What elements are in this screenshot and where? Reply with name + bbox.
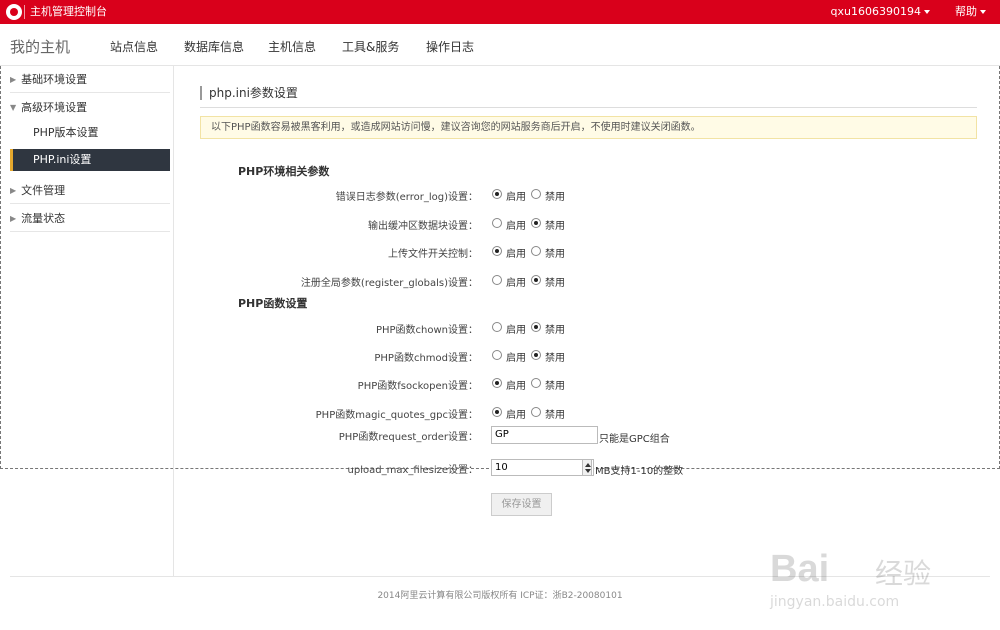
watermark-logo: Bai 经验 jingyan.baidu.com bbox=[770, 530, 990, 620]
logo-icon bbox=[6, 4, 22, 20]
triangle-right-icon: ▶ bbox=[10, 214, 17, 223]
app-title: 主机管理控制台 bbox=[30, 5, 107, 18]
divider bbox=[200, 107, 977, 108]
request-order-label: PHP函数request_order设置： bbox=[338, 432, 478, 443]
nav-item-host-info[interactable]: 主机信息 bbox=[268, 38, 316, 55]
setting-label: PHP函数chown设置： bbox=[375, 325, 478, 336]
watermark-cn: 经验 bbox=[875, 557, 932, 590]
radio-enable-label[interactable]: 启用 bbox=[506, 321, 526, 336]
sidebar-item-php-version[interactable]: PHP版本设置 bbox=[10, 122, 170, 144]
radio-disable-label[interactable]: 禁用 bbox=[545, 274, 565, 289]
radio-enable-label[interactable]: 启用 bbox=[506, 245, 526, 260]
radio-disable-label[interactable]: 禁用 bbox=[545, 188, 565, 203]
nav-item-tools-services[interactable]: 工具&服务 bbox=[342, 38, 399, 55]
radio-enable[interactable] bbox=[492, 189, 502, 199]
help-label: 帮助 bbox=[955, 5, 977, 18]
upload-max-hint: MB支持1-10的整数 bbox=[595, 466, 684, 477]
radio-disable-label[interactable]: 禁用 bbox=[545, 217, 565, 232]
setting-label: 错误日志参数(error_log)设置： bbox=[335, 192, 478, 203]
radio-disable-label[interactable]: 禁用 bbox=[545, 349, 565, 364]
radio-disable-label[interactable]: 禁用 bbox=[545, 321, 565, 336]
sidebar-item-label: 文件管理 bbox=[21, 184, 66, 197]
watermark-url: jingyan.baidu.com bbox=[770, 594, 900, 610]
radio-enable-label[interactable]: 启用 bbox=[506, 188, 526, 203]
sidebar: ▶ 基础环境设置 ▼ 高级环境设置 PHP版本设置 PHP.ini设置 ▶ 文件管理 … bbox=[0, 66, 174, 576]
divider bbox=[24, 5, 25, 19]
setting-label: PHP函数chmod设置： bbox=[374, 353, 478, 364]
upload-max-input[interactable]: 10 bbox=[491, 459, 594, 476]
radio-enable-label[interactable]: 启用 bbox=[506, 274, 526, 289]
help-menu[interactable]: 帮助 bbox=[955, 5, 986, 19]
watermark-brand: Bai bbox=[770, 548, 830, 590]
upload-max-label: upload_max_filesize设置： bbox=[347, 465, 478, 476]
sidebar-item-label: 流量状态 bbox=[21, 212, 66, 225]
setting-label: PHP函数fsockopen设置： bbox=[357, 381, 478, 392]
radio-enable[interactable] bbox=[492, 407, 502, 417]
request-order-hint: 只能是GPC组合 bbox=[599, 434, 670, 445]
radio-disable[interactable] bbox=[531, 246, 541, 256]
sidebar-item-php-ini[interactable]: PHP.ini设置 bbox=[10, 149, 170, 171]
radio-disable[interactable] bbox=[531, 218, 541, 228]
chevron-down-icon bbox=[924, 10, 930, 14]
radio-disable-label[interactable]: 禁用 bbox=[545, 406, 565, 421]
sidebar-item-traffic-status[interactable]: ▶ 流量状态 bbox=[10, 206, 170, 232]
sidebar-item-file-management[interactable]: ▶ 文件管理 bbox=[10, 178, 170, 204]
save-button[interactable]: 保存设置 bbox=[491, 493, 552, 516]
sidebar-item-advanced-env[interactable]: ▼ 高级环境设置 bbox=[10, 95, 170, 121]
group-title-env: PHP环境相关参数 bbox=[238, 165, 330, 178]
radio-enable-label[interactable]: 启用 bbox=[506, 377, 526, 392]
radio-disable[interactable] bbox=[531, 407, 541, 417]
triangle-down-icon: ▼ bbox=[10, 103, 17, 112]
radio-enable[interactable] bbox=[492, 350, 502, 360]
radio-disable-label[interactable]: 禁用 bbox=[545, 245, 565, 260]
nav-item-database-info[interactable]: 数据库信息 bbox=[184, 38, 244, 55]
sidebar-item-label: 基础环境设置 bbox=[21, 73, 88, 86]
radio-disable[interactable] bbox=[531, 378, 541, 388]
radio-disable[interactable] bbox=[531, 350, 541, 360]
main-nav: 我的主机 站点信息 数据库信息 主机信息 工具&服务 操作日志 bbox=[0, 24, 1000, 66]
radio-disable-label[interactable]: 禁用 bbox=[545, 377, 565, 392]
sidebar-item-label: 高级环境设置 bbox=[21, 101, 88, 114]
radio-enable-label[interactable]: 启用 bbox=[506, 406, 526, 421]
radio-disable[interactable] bbox=[531, 189, 541, 199]
setting-label: 上传文件开关控制： bbox=[388, 249, 478, 260]
stepper-icon[interactable] bbox=[582, 459, 592, 476]
triangle-right-icon: ▶ bbox=[10, 75, 17, 84]
radio-enable[interactable] bbox=[492, 322, 502, 332]
nav-item-operation-log[interactable]: 操作日志 bbox=[426, 38, 474, 55]
setting-label: 注册全局参数(register_globals)设置： bbox=[300, 278, 478, 289]
top-bar: 主机管理控制台 qxu1606390194 帮助 bbox=[0, 0, 1000, 24]
request-order-input[interactable]: GP bbox=[491, 426, 598, 444]
sidebar-item-basic-env[interactable]: ▶ 基础环境设置 bbox=[10, 67, 170, 93]
user-menu[interactable]: qxu1606390194 bbox=[831, 5, 930, 19]
user-name: qxu1606390194 bbox=[830, 5, 921, 18]
chevron-down-icon bbox=[980, 10, 986, 14]
triangle-right-icon: ▶ bbox=[10, 186, 17, 195]
notice-banner: 以下PHP函数容易被黑客利用，或造成网站访问慢，建议咨询您的网站服务商后开启，不… bbox=[200, 116, 977, 139]
setting-label: 输出缓冲区数据块设置： bbox=[368, 221, 478, 232]
group-title-functions: PHP函数设置 bbox=[238, 297, 308, 310]
nav-brand[interactable]: 我的主机 bbox=[10, 36, 70, 57]
radio-enable[interactable] bbox=[492, 218, 502, 228]
setting-label: PHP函数magic_quotes_gpc设置： bbox=[315, 410, 478, 421]
page-title: php.ini参数设置 bbox=[200, 86, 298, 100]
nav-item-site-info[interactable]: 站点信息 bbox=[110, 38, 158, 55]
radio-enable-label[interactable]: 启用 bbox=[506, 349, 526, 364]
radio-disable[interactable] bbox=[531, 275, 541, 285]
radio-enable[interactable] bbox=[492, 378, 502, 388]
radio-enable[interactable] bbox=[492, 246, 502, 256]
radio-disable[interactable] bbox=[531, 322, 541, 332]
radio-enable[interactable] bbox=[492, 275, 502, 285]
radio-enable-label[interactable]: 启用 bbox=[506, 217, 526, 232]
